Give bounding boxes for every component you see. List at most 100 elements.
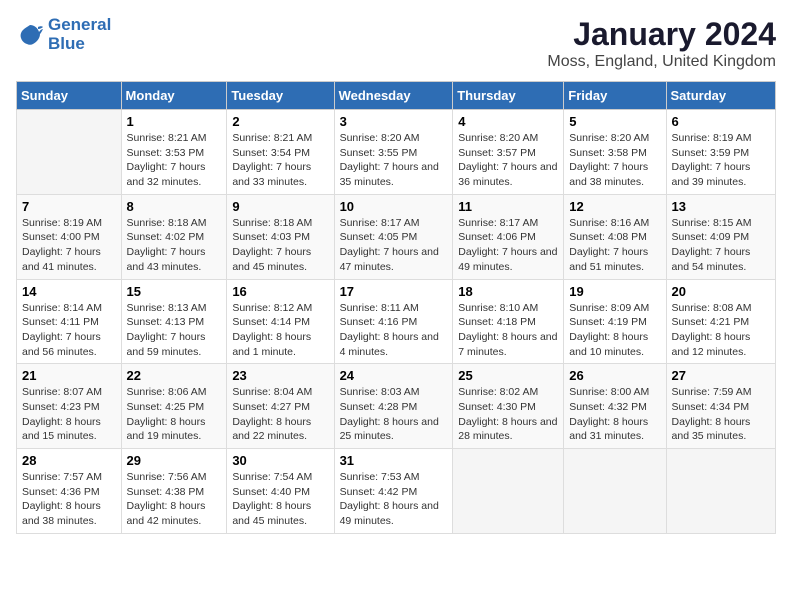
day-info: Sunrise: 8:15 AMSunset: 4:09 PMDaylight:… [672,216,770,275]
calendar-week-row: 1 Sunrise: 8:21 AMSunset: 3:53 PMDaylight… [17,110,776,195]
day-info: Sunrise: 7:57 AMSunset: 4:36 PMDaylight:… [22,470,116,529]
calendar-cell: 10Sunrise: 8:17 AMSunset: 4:05 PMDayligh… [334,194,453,279]
day-number: 5 [569,114,660,129]
day-info: Sunrise: 8:00 AMSunset: 4:32 PMDaylight:… [569,385,660,444]
day-info: Sunrise: 8:10 AMSunset: 4:18 PMDaylight:… [458,301,558,360]
calendar-cell: 9 Sunrise: 8:18 AMSunset: 4:03 PMDaylight… [227,194,334,279]
weekday-header: Thursday [453,82,564,110]
day-info: Sunrise: 8:19 AMSunset: 4:00 PMDaylight:… [22,216,116,275]
day-info: Sunrise: 8:21 AMSunset: 3:54 PMDaylight:… [232,131,328,190]
weekday-header: Wednesday [334,82,453,110]
calendar-cell: 8 Sunrise: 8:18 AMSunset: 4:02 PMDaylight… [121,194,227,279]
logo-text: General Blue [48,16,111,53]
day-info: Sunrise: 8:14 AMSunset: 4:11 PMDaylight:… [22,301,116,360]
day-info: Sunrise: 7:59 AMSunset: 4:34 PMDaylight:… [672,385,770,444]
calendar-cell: 26 Sunrise: 8:00 AMSunset: 4:32 PMDayligh… [564,364,666,449]
calendar-cell: 25 Sunrise: 8:02 AMSunset: 4:30 PMDayligh… [453,364,564,449]
calendar-week-row: 14Sunrise: 8:14 AMSunset: 4:11 PMDayligh… [17,279,776,364]
calendar-cell: 23 Sunrise: 8:04 AMSunset: 4:27 PMDayligh… [227,364,334,449]
calendar-week-row: 7 Sunrise: 8:19 AMSunset: 4:00 PMDaylight… [17,194,776,279]
day-info: Sunrise: 8:08 AMSunset: 4:21 PMDaylight:… [672,301,770,360]
page-title: January 2024 [547,16,776,53]
day-number: 30 [232,453,328,468]
calendar-cell: 1 Sunrise: 8:21 AMSunset: 3:53 PMDaylight… [121,110,227,195]
calendar-cell: 28 Sunrise: 7:57 AMSunset: 4:36 PMDayligh… [17,449,122,534]
weekday-header: Saturday [666,82,775,110]
day-info: Sunrise: 8:11 AMSunset: 4:16 PMDaylight:… [340,301,448,360]
day-info: Sunrise: 8:13 AMSunset: 4:13 PMDaylight:… [127,301,222,360]
calendar-cell: 21 Sunrise: 8:07 AMSunset: 4:23 PMDayligh… [17,364,122,449]
day-info: Sunrise: 8:06 AMSunset: 4:25 PMDaylight:… [127,385,222,444]
day-number: 18 [458,284,558,299]
calendar-cell: 13 Sunrise: 8:15 AMSunset: 4:09 PMDayligh… [666,194,775,279]
calendar-cell: 24 Sunrise: 8:03 AMSunset: 4:28 PMDayligh… [334,364,453,449]
day-number: 22 [127,368,222,383]
calendar-cell: 29 Sunrise: 7:56 AMSunset: 4:38 PMDayligh… [121,449,227,534]
logo: General Blue [16,16,111,53]
day-info: Sunrise: 8:18 AMSunset: 4:03 PMDaylight:… [232,216,328,275]
logo-icon [16,21,44,49]
calendar-cell: 7 Sunrise: 8:19 AMSunset: 4:00 PMDaylight… [17,194,122,279]
calendar-cell: 20 Sunrise: 8:08 AMSunset: 4:21 PMDayligh… [666,279,775,364]
day-info: Sunrise: 8:20 AMSunset: 3:57 PMDaylight:… [458,131,558,190]
day-number: 9 [232,199,328,214]
day-info: Sunrise: 8:04 AMSunset: 4:27 PMDaylight:… [232,385,328,444]
calendar-cell: 2Sunrise: 8:21 AMSunset: 3:54 PMDaylight… [227,110,334,195]
day-number: 27 [672,368,770,383]
calendar-cell [17,110,122,195]
calendar-cell: 27 Sunrise: 7:59 AMSunset: 4:34 PMDayligh… [666,364,775,449]
day-number: 21 [22,368,116,383]
day-info: Sunrise: 8:16 AMSunset: 4:08 PMDaylight:… [569,216,660,275]
calendar-cell: 11Sunrise: 8:17 AMSunset: 4:06 PMDayligh… [453,194,564,279]
day-number: 29 [127,453,222,468]
day-number: 8 [127,199,222,214]
day-info: Sunrise: 8:21 AMSunset: 3:53 PMDaylight:… [127,131,222,190]
day-info: Sunrise: 8:03 AMSunset: 4:28 PMDaylight:… [340,385,448,444]
weekday-header: Friday [564,82,666,110]
title-section: January 2024 Moss, England, United Kingd… [547,16,776,71]
day-info: Sunrise: 7:53 AMSunset: 4:42 PMDaylight:… [340,470,448,529]
day-number: 17 [340,284,448,299]
day-number: 20 [672,284,770,299]
day-number: 31 [340,453,448,468]
day-number: 3 [340,114,448,129]
day-number: 13 [672,199,770,214]
day-info: Sunrise: 8:20 AMSunset: 3:55 PMDaylight:… [340,131,448,190]
day-number: 23 [232,368,328,383]
calendar-cell: 18 Sunrise: 8:10 AMSunset: 4:18 PMDayligh… [453,279,564,364]
day-number: 4 [458,114,558,129]
day-info: Sunrise: 7:56 AMSunset: 4:38 PMDaylight:… [127,470,222,529]
page-subtitle: Moss, England, United Kingdom [547,53,776,71]
day-info: Sunrise: 8:02 AMSunset: 4:30 PMDaylight:… [458,385,558,444]
calendar-cell: 30 Sunrise: 7:54 AMSunset: 4:40 PMDayligh… [227,449,334,534]
calendar-cell: 17 Sunrise: 8:11 AMSunset: 4:16 PMDayligh… [334,279,453,364]
day-number: 1 [127,114,222,129]
day-info: Sunrise: 8:19 AMSunset: 3:59 PMDaylight:… [672,131,770,190]
calendar-cell: 16Sunrise: 8:12 AMSunset: 4:14 PMDayligh… [227,279,334,364]
day-number: 24 [340,368,448,383]
calendar-week-row: 28 Sunrise: 7:57 AMSunset: 4:36 PMDayligh… [17,449,776,534]
calendar-cell: 5 Sunrise: 8:20 AMSunset: 3:58 PMDaylight… [564,110,666,195]
weekday-header: Monday [121,82,227,110]
day-info: Sunrise: 8:18 AMSunset: 4:02 PMDaylight:… [127,216,222,275]
calendar-cell: 6 Sunrise: 8:19 AMSunset: 3:59 PMDaylight… [666,110,775,195]
day-info: Sunrise: 8:20 AMSunset: 3:58 PMDaylight:… [569,131,660,190]
weekday-header: Tuesday [227,82,334,110]
day-info: Sunrise: 7:54 AMSunset: 4:40 PMDaylight:… [232,470,328,529]
calendar-cell: 12Sunrise: 8:16 AMSunset: 4:08 PMDayligh… [564,194,666,279]
day-number: 19 [569,284,660,299]
day-number: 26 [569,368,660,383]
day-number: 15 [127,284,222,299]
day-number: 28 [22,453,116,468]
day-number: 6 [672,114,770,129]
day-info: Sunrise: 8:17 AMSunset: 4:06 PMDaylight:… [458,216,558,275]
day-info: Sunrise: 8:07 AMSunset: 4:23 PMDaylight:… [22,385,116,444]
calendar-cell [564,449,666,534]
calendar-cell: 15 Sunrise: 8:13 AMSunset: 4:13 PMDayligh… [121,279,227,364]
calendar-cell: 4 Sunrise: 8:20 AMSunset: 3:57 PMDaylight… [453,110,564,195]
calendar-cell [453,449,564,534]
day-number: 7 [22,199,116,214]
day-number: 25 [458,368,558,383]
calendar-cell: 14Sunrise: 8:14 AMSunset: 4:11 PMDayligh… [17,279,122,364]
calendar-cell: 22 Sunrise: 8:06 AMSunset: 4:25 PMDayligh… [121,364,227,449]
